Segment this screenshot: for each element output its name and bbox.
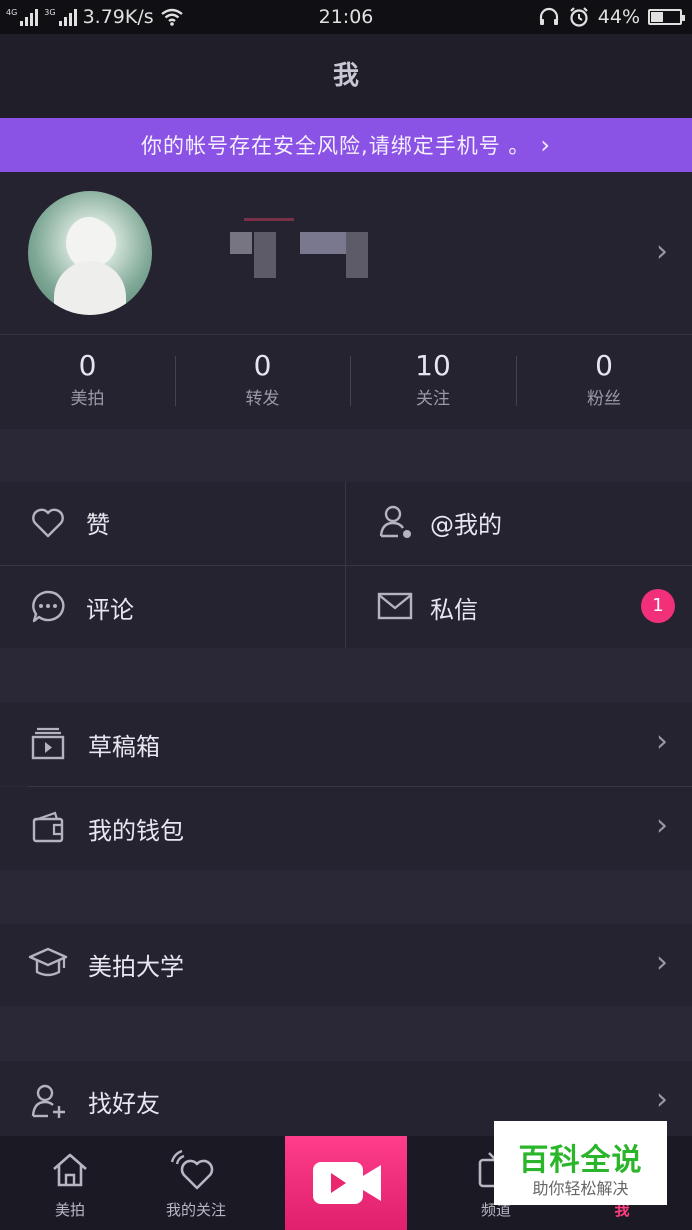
user-at-icon — [379, 505, 411, 538]
stat-label: 粉丝 — [587, 389, 621, 409]
heart-icon — [32, 508, 64, 538]
chevron-right-icon: › — [656, 724, 668, 759]
messages-label: 私信 — [430, 596, 478, 624]
tab-home[interactable]: 美拍 — [20, 1136, 120, 1230]
divider — [350, 356, 351, 406]
divider — [28, 786, 692, 787]
watermark-title: 百科全说 — [518, 1143, 643, 1178]
unread-badge: 1 — [641, 589, 675, 623]
video-camera-icon — [313, 1162, 381, 1204]
security-warning-banner[interactable]: 你的帐号存在安全风险,请绑定手机号 。 › — [0, 118, 692, 172]
username-pixelated — [230, 232, 252, 254]
wallet-label: 我的钱包 — [88, 817, 184, 845]
stats-row: 0 美拍 0 转发 10 关注 0 粉丝 — [0, 334, 692, 429]
mentions-label: @我的 — [430, 511, 502, 539]
drafts-icon — [31, 727, 65, 760]
avatar[interactable] — [28, 191, 152, 315]
stat-label: 关注 — [416, 389, 450, 409]
tab-following-label: 我的关注 — [165, 1201, 226, 1219]
divider — [345, 482, 346, 648]
headset-icon — [539, 7, 558, 25]
university-label: 美拍大学 — [88, 953, 184, 981]
divider — [516, 356, 517, 406]
add-friend-icon — [31, 1084, 65, 1118]
stat-label: 美拍 — [70, 389, 105, 409]
stat-following[interactable]: 10 关注 — [350, 335, 516, 429]
chevron-right-icon: › — [540, 131, 551, 159]
page-title: 我 — [0, 34, 692, 118]
username-pixelated-2 — [254, 232, 276, 278]
record-button[interactable] — [285, 1136, 407, 1230]
username-pixelated-3 — [300, 232, 346, 254]
chevron-right-icon: › — [656, 945, 668, 980]
comments-label: 评论 — [86, 596, 134, 624]
username-decoration — [244, 218, 294, 221]
divider — [175, 356, 176, 406]
stat-value: 10 — [415, 349, 451, 382]
alarm-icon — [569, 7, 588, 27]
likes-label: 赞 — [86, 511, 110, 539]
stat-value: 0 — [78, 349, 97, 382]
heart-wave-icon — [170, 1149, 214, 1190]
stat-reposts[interactable]: 0 转发 — [175, 335, 350, 429]
drafts-label: 草稿箱 — [88, 733, 160, 761]
stat-value: 0 — [253, 349, 272, 382]
status-bar: 4G 3G 3.79K/s 21:06 44% — [0, 0, 692, 34]
battery-percent: 44% — [597, 6, 640, 28]
stat-value: 0 — [595, 349, 613, 382]
comment-icon — [32, 590, 65, 623]
mail-icon — [377, 592, 413, 620]
battery-icon — [648, 9, 685, 25]
tab-home-label: 美拍 — [54, 1201, 85, 1219]
banner-text: 你的帐号存在安全风险,请绑定手机号 。 — [141, 134, 531, 158]
stat-followers[interactable]: 0 粉丝 — [516, 335, 692, 429]
graduation-cap-icon — [28, 947, 68, 977]
username-pixelated-4 — [346, 232, 368, 278]
watermark-logo: 百科全说 助你轻松解决 — [494, 1121, 667, 1205]
wallet-icon — [32, 811, 64, 843]
chevron-right-icon: › — [656, 1082, 668, 1117]
stat-label: 转发 — [245, 389, 280, 409]
home-icon — [53, 1153, 87, 1187]
chevron-right-icon: › — [656, 808, 668, 843]
divider — [0, 565, 692, 566]
chevron-right-icon: › — [656, 234, 668, 269]
find-friends-label: 找好友 — [88, 1090, 160, 1118]
tab-following[interactable]: 我的关注 — [146, 1136, 246, 1230]
watermark-subtitle: 助你轻松解决 — [532, 1179, 629, 1198]
stat-meipai[interactable]: 0 美拍 — [0, 335, 175, 429]
